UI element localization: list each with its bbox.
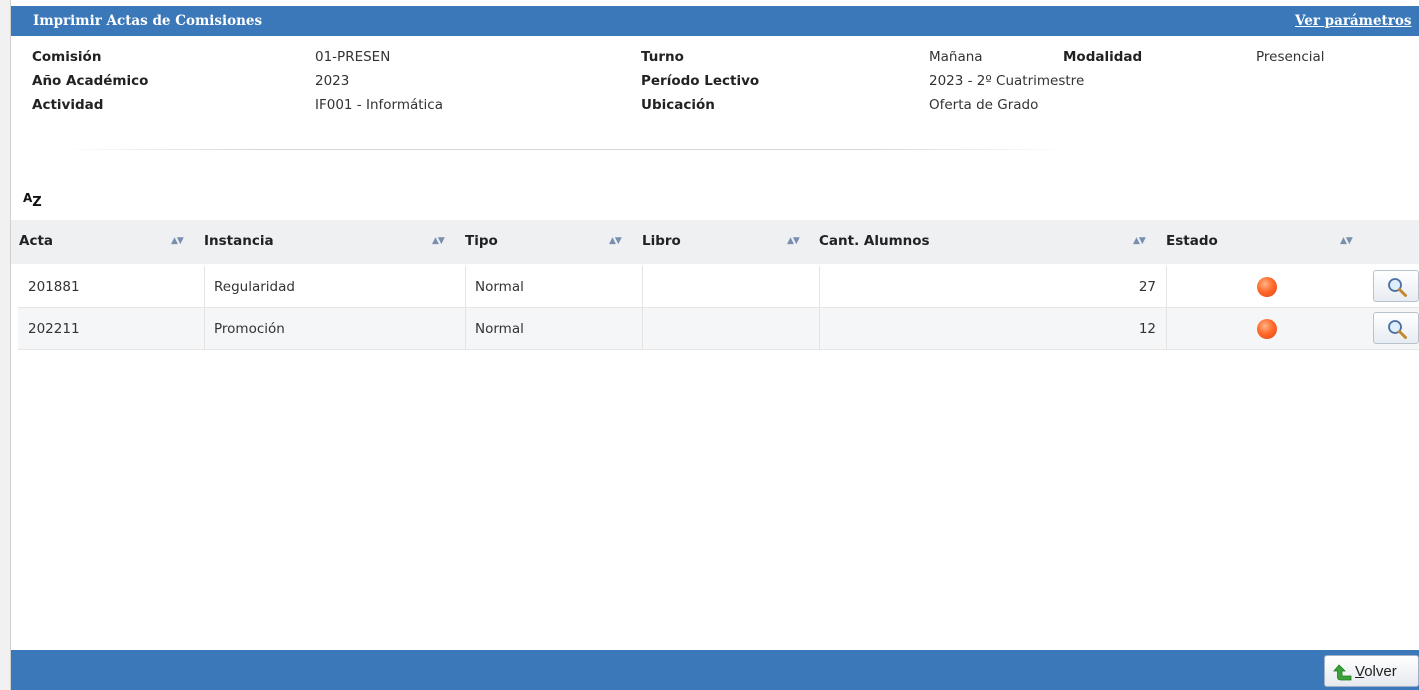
- column-header-instancia[interactable]: Instancia: [204, 233, 274, 249]
- anio-academico-label: Año Académico: [32, 73, 149, 89]
- sort-az-letter-a: A: [23, 191, 33, 205]
- comision-value: 01-PRESEN: [315, 49, 391, 65]
- column-header-tipo[interactable]: Tipo: [465, 233, 498, 249]
- turno-value: Mañana: [929, 49, 983, 65]
- table-header: Acta ▲▼ Instancia ▲▼ Tipo ▲▼ Libro ▲▼ Ca…: [11, 220, 1419, 264]
- table-row: 201881 Regularidad Normal 27: [18, 266, 1419, 308]
- back-arrow-icon: [1333, 664, 1352, 681]
- cell-acta: 201881: [28, 279, 80, 295]
- column-divider: [465, 266, 466, 308]
- title-bar: Imprimir Actas de Comisiones Ver parámet…: [11, 6, 1419, 36]
- actividad-value: IF001 - Informática: [315, 97, 443, 113]
- actividad-label: Actividad: [32, 97, 104, 113]
- column-divider: [642, 266, 643, 308]
- turno-label: Turno: [641, 49, 684, 65]
- magnifier-icon: [1388, 278, 1407, 297]
- anio-academico-value: 2023: [315, 73, 350, 89]
- cell-tipo: Normal: [475, 279, 524, 295]
- column-divider: [465, 308, 466, 350]
- footer-bar: Volver: [11, 650, 1419, 690]
- view-acta-button[interactable]: [1373, 270, 1419, 302]
- ubicacion-label: Ubicación: [641, 97, 715, 113]
- cell-cant-alumnos: 12: [1138, 321, 1156, 337]
- volver-label-rest: olver: [1364, 663, 1397, 680]
- page-left-border: [0, 0, 11, 690]
- sort-arrows-icon[interactable]: ▲▼: [1340, 236, 1353, 246]
- column-divider: [642, 308, 643, 350]
- cell-instancia: Regularidad: [214, 279, 295, 295]
- comision-label: Comisión: [32, 49, 102, 65]
- view-parameters-link[interactable]: Ver parámetros: [1295, 13, 1412, 29]
- column-divider: [1166, 266, 1167, 308]
- column-divider: [819, 266, 820, 308]
- sort-arrows-icon[interactable]: ▲▼: [1133, 236, 1146, 246]
- sort-arrows-icon[interactable]: ▲▼: [609, 236, 622, 246]
- sort-arrows-icon[interactable]: ▲▼: [171, 236, 184, 246]
- ubicacion-value: Oferta de Grado: [929, 97, 1039, 113]
- sort-az-icon[interactable]: AZ: [23, 191, 42, 210]
- status-dot-icon: [1257, 319, 1277, 339]
- cell-instancia: Promoción: [214, 321, 285, 337]
- sort-az-letter-z: Z: [32, 195, 42, 210]
- sort-arrows-icon[interactable]: ▲▼: [787, 236, 800, 246]
- modalidad-label: Modalidad: [1063, 49, 1143, 65]
- volver-button[interactable]: Volver: [1324, 655, 1419, 687]
- table-row: 202211 Promoción Normal 12: [18, 308, 1419, 350]
- status-dot-icon: [1257, 277, 1277, 297]
- column-header-libro[interactable]: Libro: [642, 233, 681, 249]
- cell-cant-alumnos: 27: [1138, 279, 1156, 295]
- cell-acta: 202211: [28, 321, 80, 337]
- column-header-cant-alumnos[interactable]: Cant. Alumnos: [819, 233, 930, 249]
- periodo-lectivo-value: 2023 - 2º Cuatrimestre: [929, 73, 1085, 89]
- view-acta-button[interactable]: [1373, 312, 1419, 344]
- cell-tipo: Normal: [475, 321, 524, 337]
- column-divider: [204, 308, 205, 350]
- column-divider: [819, 308, 820, 350]
- volver-label: Volver: [1355, 663, 1397, 680]
- sort-arrows-icon[interactable]: ▲▼: [432, 236, 445, 246]
- modalidad-value: Presencial: [1256, 49, 1325, 65]
- column-divider: [1166, 308, 1167, 350]
- volver-accesskey: V: [1355, 663, 1365, 680]
- column-divider: [204, 266, 205, 308]
- page-title: Imprimir Actas de Comisiones: [33, 13, 263, 29]
- column-header-acta[interactable]: Acta: [19, 233, 53, 249]
- periodo-lectivo-label: Período Lectivo: [641, 73, 760, 89]
- info-divider: [60, 149, 1070, 150]
- magnifier-icon: [1388, 320, 1407, 339]
- column-header-estado[interactable]: Estado: [1166, 233, 1218, 249]
